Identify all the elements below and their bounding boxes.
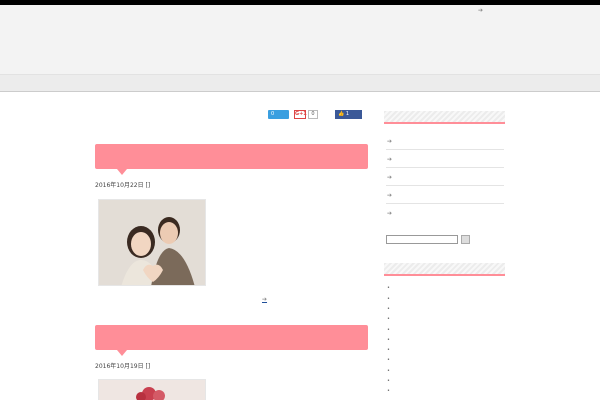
post-date-year: 2016	[95, 182, 111, 189]
post-date-sep: 日 [	[137, 363, 148, 370]
category-item[interactable]: •	[387, 336, 393, 344]
thumbs-up-icon: 👍	[338, 111, 345, 117]
bullet-icon: •	[387, 347, 390, 353]
recent-post-link[interactable]: ➔	[387, 209, 394, 218]
bullet-icon: •	[387, 357, 390, 363]
category-item[interactable]: •	[387, 305, 393, 313]
bullet-icon: •	[387, 378, 390, 384]
category-item[interactable]: •	[387, 356, 393, 364]
post-date-sep: ]	[147, 182, 151, 189]
post-thumbnail[interactable]	[98, 199, 206, 286]
arrow-right-icon: ➔	[262, 296, 268, 303]
post-meta: 2016年10月19日 []	[95, 362, 150, 371]
category-item[interactable]: •	[387, 284, 393, 292]
fb-count: 1	[345, 111, 350, 117]
bullet-icon: •	[387, 296, 390, 302]
post-date-day: 22	[129, 182, 138, 189]
category-item[interactable]: •	[387, 315, 393, 323]
post-date-year: 2016	[95, 363, 111, 370]
title-notch	[117, 169, 127, 175]
arrow-right-icon: ➔	[387, 210, 393, 217]
bullet-icon: •	[387, 388, 390, 394]
recent-post-link[interactable]: ➔	[387, 137, 394, 146]
site-header: ➔	[0, 5, 600, 75]
bullet-icon: •	[387, 337, 390, 343]
sidebar-heading-categories	[384, 263, 505, 276]
post-date-month: 10	[116, 363, 124, 370]
bullet-icon: •	[387, 306, 390, 312]
tweet-button[interactable]: 0	[268, 110, 289, 119]
read-more-link[interactable]: ➔	[262, 295, 269, 304]
facebook-like-button[interactable]: 👍 1	[335, 110, 362, 119]
post-date-month: 10	[116, 182, 124, 189]
post-date-sep: ]	[147, 363, 151, 370]
post-title-bar	[95, 325, 368, 356]
search-input[interactable]	[386, 235, 458, 244]
tweet-count: 0	[271, 111, 275, 117]
main-nav	[0, 75, 600, 92]
recent-post-link[interactable]: ➔	[387, 173, 394, 182]
recent-post-link[interactable]: ➔	[387, 155, 394, 164]
bullet-icon: •	[387, 285, 390, 291]
arrow-right-icon: ➔	[387, 192, 393, 199]
flowers-photo-image	[99, 380, 205, 400]
gplus-count: 0	[308, 110, 318, 119]
category-item[interactable]: •	[387, 387, 393, 395]
category-item[interactable]: •	[387, 367, 393, 375]
divider	[386, 149, 504, 150]
arrow-right-icon: ➔	[478, 7, 484, 14]
post-meta: 2016年10月22日 []	[95, 181, 150, 190]
sidebar-heading-recent	[384, 111, 505, 124]
header-top-link[interactable]: ➔	[478, 6, 485, 15]
divider	[386, 203, 504, 204]
bullet-icon: •	[387, 327, 390, 333]
bullet-icon: •	[387, 368, 390, 374]
post-date-sep: 日 [	[137, 182, 148, 189]
post-thumbnail[interactable]	[98, 379, 206, 400]
search-button[interactable]	[461, 235, 470, 244]
post-date-day: 19	[129, 363, 138, 370]
divider	[386, 167, 504, 168]
bullet-icon: •	[387, 316, 390, 322]
title-notch	[117, 350, 127, 356]
arrow-right-icon: ➔	[387, 156, 393, 163]
category-item[interactable]: •	[387, 326, 393, 334]
recent-post-link[interactable]: ➔	[387, 191, 394, 200]
arrow-right-icon: ➔	[387, 174, 393, 181]
couple-photo-image	[99, 200, 205, 285]
category-item[interactable]: •	[387, 377, 393, 385]
divider	[386, 185, 504, 186]
category-item[interactable]: •	[387, 295, 393, 303]
post-title-bar	[95, 144, 368, 175]
arrow-right-icon: ➔	[387, 138, 393, 145]
category-item[interactable]: •	[387, 346, 393, 354]
gplus-button[interactable]: G+1	[294, 110, 307, 119]
